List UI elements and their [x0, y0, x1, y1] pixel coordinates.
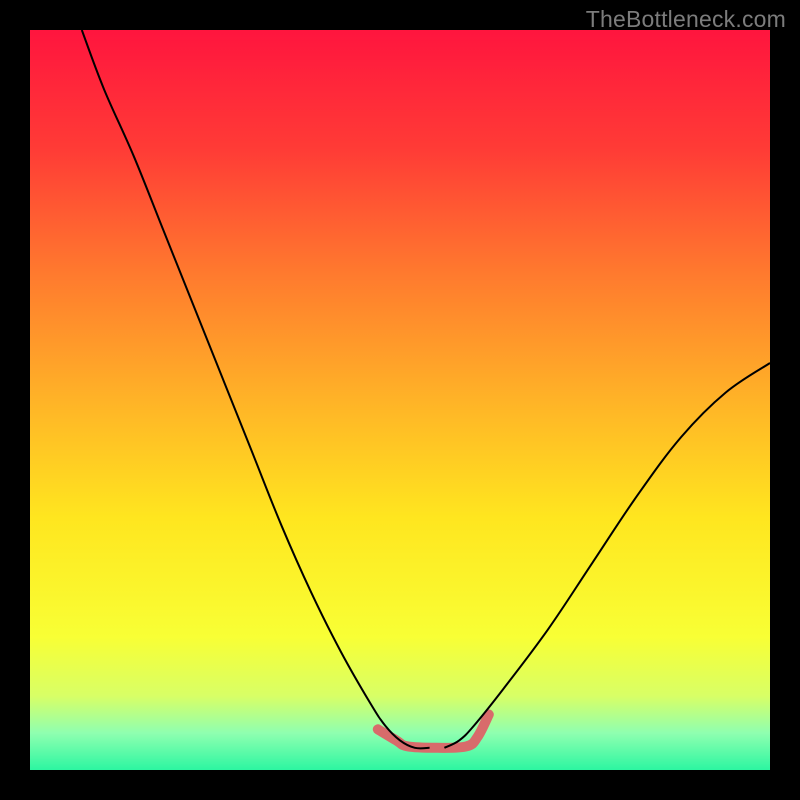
bottleneck-curve-chart: [30, 30, 770, 770]
gradient-backdrop: [30, 30, 770, 770]
chart-container: TheBottleneck.com: [0, 0, 800, 800]
watermark-text: TheBottleneck.com: [586, 6, 786, 33]
